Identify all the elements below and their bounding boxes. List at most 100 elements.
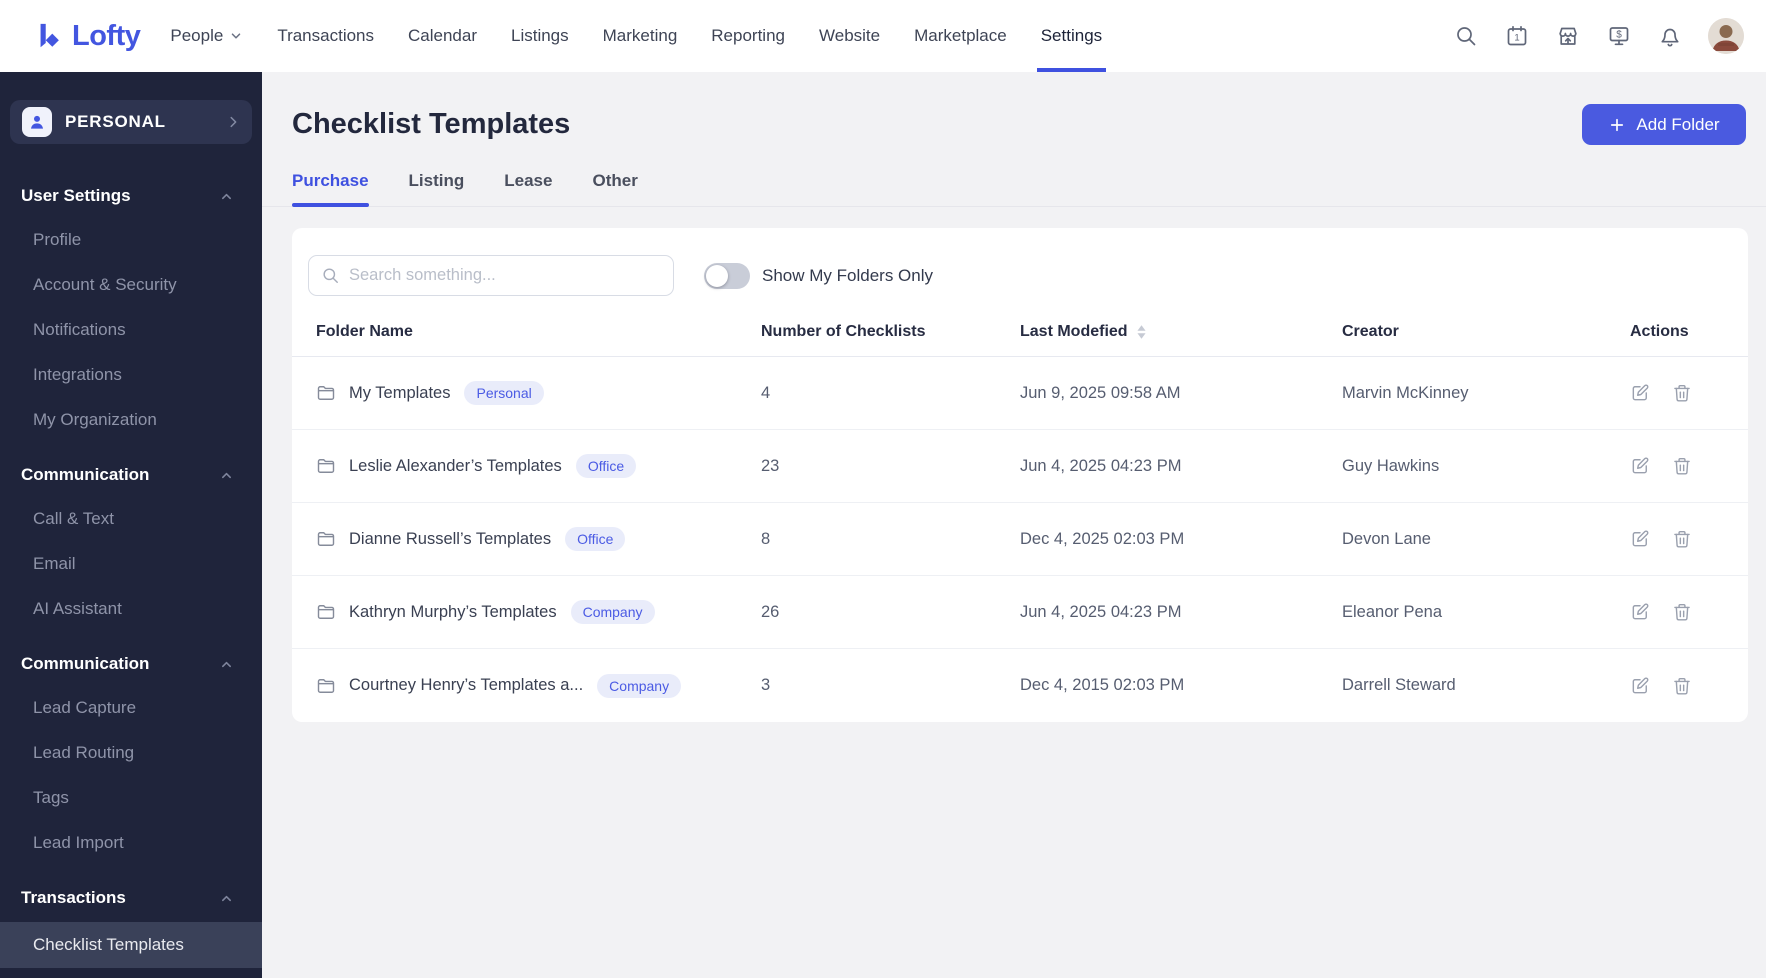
lofty-logo-icon xyxy=(34,20,64,52)
section-header-transactions[interactable]: Transactions xyxy=(0,888,262,908)
nav-item-reporting[interactable]: Reporting xyxy=(711,0,785,72)
section-header-communication-1[interactable]: Communication xyxy=(0,465,262,485)
sort-icon[interactable] xyxy=(1137,325,1146,339)
table-row[interactable]: My Templates Personal 4 Jun 9, 2025 09:5… xyxy=(292,357,1748,430)
column-number-of-checklists: Number of Checklists xyxy=(761,323,926,340)
svg-text:$: $ xyxy=(1616,30,1622,41)
folder-icon xyxy=(316,529,336,549)
sidebar-item-lead-capture[interactable]: Lead Capture xyxy=(0,697,262,719)
checklist-count: 8 xyxy=(761,529,771,548)
table-row[interactable]: Courtney Henry’s Templates a... Company … xyxy=(292,649,1748,722)
tab-lease[interactable]: Lease xyxy=(504,171,552,206)
marketplace-store-icon[interactable] xyxy=(1555,23,1581,49)
nav-item-transactions[interactable]: Transactions xyxy=(277,0,374,72)
sidebar-item-notifications[interactable]: Notifications xyxy=(0,319,262,341)
folder-name[interactable]: Dianne Russell’s Templates xyxy=(349,530,551,549)
nav-item-marketing[interactable]: Marketing xyxy=(603,0,678,72)
creator-value: Guy Hawkins xyxy=(1342,456,1440,475)
nav-item-listings[interactable]: Listings xyxy=(511,0,569,72)
notifications-bell-icon[interactable] xyxy=(1657,23,1683,49)
checklist-count: 26 xyxy=(761,602,780,621)
edit-icon[interactable] xyxy=(1630,383,1650,403)
add-folder-button[interactable]: Add Folder xyxy=(1582,104,1746,145)
delete-icon[interactable] xyxy=(1672,529,1692,549)
billing-icon[interactable]: $ xyxy=(1606,23,1632,49)
edit-icon[interactable] xyxy=(1630,602,1650,622)
folder-name[interactable]: My Templates xyxy=(349,384,450,403)
folder-type-badge: Office xyxy=(575,454,637,478)
last-modified-value: Jun 4, 2025 04:23 PM xyxy=(1020,602,1182,621)
section-header-user-settings[interactable]: User Settings xyxy=(0,186,262,206)
templates-table: Folder Name Number of Checklists Last Mo… xyxy=(292,308,1748,722)
search-box xyxy=(308,255,674,296)
chevron-up-icon xyxy=(220,191,233,202)
tab-purchase[interactable]: Purchase xyxy=(292,171,369,207)
search-icon xyxy=(321,266,340,285)
search-icon[interactable] xyxy=(1453,23,1479,49)
plus-icon xyxy=(1608,116,1626,134)
folder-icon xyxy=(316,602,336,622)
nav-item-calendar[interactable]: Calendar xyxy=(408,0,477,72)
delete-icon[interactable] xyxy=(1672,676,1692,696)
sidebar-section-transactions: Transactions Checklist Templates xyxy=(0,888,262,968)
tab-other[interactable]: Other xyxy=(592,171,637,206)
sidebar-item-integrations[interactable]: Integrations xyxy=(0,364,262,386)
creator-value: Darrell Steward xyxy=(1342,676,1456,694)
nav-item-website[interactable]: Website xyxy=(819,0,880,72)
sidebar-section-communication-1: Communication Call & Text Email AI Assis… xyxy=(0,465,262,620)
lofty-logo[interactable]: Lofty xyxy=(34,19,141,53)
sidebar-item-call-text[interactable]: Call & Text xyxy=(0,508,262,530)
creator-value: Eleanor Pena xyxy=(1342,602,1442,621)
workspace-switcher[interactable]: PERSONAL xyxy=(10,100,252,144)
nav-item-marketplace[interactable]: Marketplace xyxy=(914,0,1007,72)
edit-icon[interactable] xyxy=(1630,456,1650,476)
folder-name[interactable]: Kathryn Murphy’s Templates xyxy=(349,603,557,622)
folder-icon xyxy=(316,676,336,696)
creator-value: Devon Lane xyxy=(1342,529,1431,548)
delete-icon[interactable] xyxy=(1672,602,1692,622)
folder-type-badge: Office xyxy=(565,527,626,551)
toggle-label: Show My Folders Only xyxy=(762,265,933,285)
lofty-logo-text: Lofty xyxy=(72,19,141,52)
edit-icon[interactable] xyxy=(1630,676,1650,696)
section-header-communication-2[interactable]: Communication xyxy=(0,654,262,674)
main-content: Checklist Templates Add Folder Purchase … xyxy=(262,72,1766,978)
search-input[interactable] xyxy=(349,266,661,285)
last-modified-value: Dec 4, 2025 02:03 PM xyxy=(1020,529,1185,548)
delete-icon[interactable] xyxy=(1672,456,1692,476)
sidebar-item-email[interactable]: Email xyxy=(0,553,262,575)
table-row[interactable]: Leslie Alexander’s Templates Office 23 J… xyxy=(292,430,1748,503)
show-my-folders-toggle[interactable] xyxy=(704,262,750,289)
user-avatar[interactable] xyxy=(1708,18,1744,54)
sidebar-item-lead-import[interactable]: Lead Import xyxy=(0,832,262,854)
top-navigation: Lofty People Transactions Calendar Listi… xyxy=(0,0,1766,72)
column-last-modified[interactable]: Last Modefied xyxy=(1020,323,1342,341)
chevron-up-icon xyxy=(220,659,233,670)
column-actions: Actions xyxy=(1630,323,1689,340)
sidebar-item-tags[interactable]: Tags xyxy=(0,787,262,809)
nav-item-settings[interactable]: Settings xyxy=(1036,0,1107,72)
sidebar-item-account-security[interactable]: Account & Security xyxy=(0,274,262,296)
toggle-knob xyxy=(706,264,728,287)
last-modified-value: Jun 4, 2025 04:23 PM xyxy=(1020,456,1182,475)
sidebar-item-profile[interactable]: Profile xyxy=(0,229,262,251)
sidebar-item-lead-routing[interactable]: Lead Routing xyxy=(0,742,262,764)
sidebar-item-my-organization[interactable]: My Organization xyxy=(0,409,262,431)
nav-item-people[interactable]: People xyxy=(170,0,243,72)
folder-type-badge: Personal xyxy=(464,381,544,405)
sidebar-item-ai-assistant[interactable]: AI Assistant xyxy=(0,598,262,620)
sidebar-item-checklist-templates[interactable]: Checklist Templates xyxy=(0,922,262,968)
folder-icon xyxy=(316,456,336,476)
folder-name[interactable]: Leslie Alexander’s Templates xyxy=(349,457,562,476)
calendar-icon[interactable]: 1 xyxy=(1504,23,1530,49)
checklist-count: 4 xyxy=(761,383,771,402)
creator-value: Marvin McKinney xyxy=(1342,383,1469,402)
table-row[interactable]: Kathryn Murphy’s Templates Company 26 Ju… xyxy=(292,576,1748,649)
workspace-label: PERSONAL xyxy=(65,112,166,131)
folder-name[interactable]: Courtney Henry’s Templates a... xyxy=(349,676,583,695)
chevron-right-icon xyxy=(226,115,240,129)
tab-listing[interactable]: Listing xyxy=(409,171,465,206)
edit-icon[interactable] xyxy=(1630,529,1650,549)
table-row[interactable]: Dianne Russell’s Templates Office 8 Dec … xyxy=(292,503,1748,576)
delete-icon[interactable] xyxy=(1672,383,1692,403)
